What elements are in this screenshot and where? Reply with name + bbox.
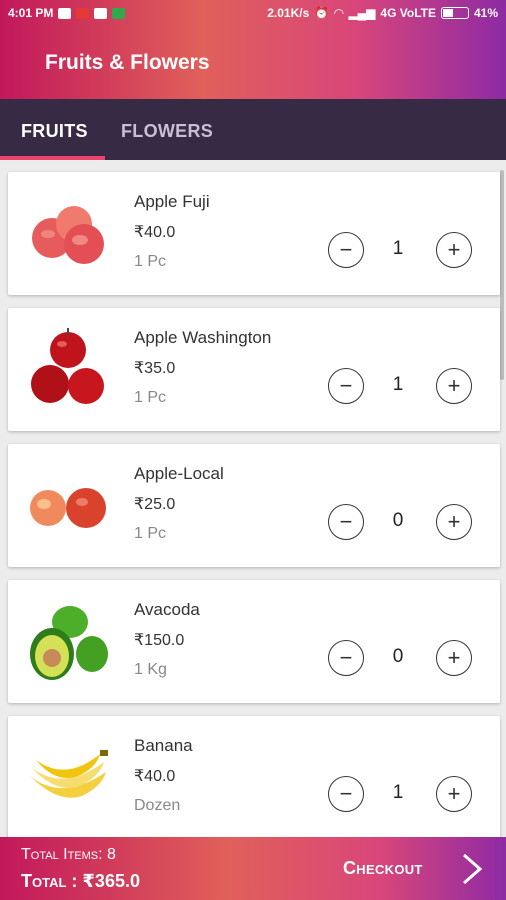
- status-bar: 4:01 PM 2.01K/s ⏰ ◠ ▂▄▆ 4G VoLTE 41%: [0, 0, 506, 26]
- product-list[interactable]: Apple Fuji ₹40.0 1 Pc − 1 + Apple Washin…: [0, 160, 506, 837]
- decrease-button[interactable]: −: [328, 640, 364, 676]
- minus-icon: −: [339, 509, 353, 534]
- banana-image: [30, 750, 108, 798]
- total-amount: Total : ₹365.0: [21, 871, 140, 891]
- product-card: Banana ₹40.0 Dozen − 1 +: [8, 716, 500, 837]
- status-left: 4:01 PM: [8, 6, 126, 20]
- top-bar: 4:01 PM 2.01K/s ⏰ ◠ ▂▄▆ 4G VoLTE 41% Fru…: [0, 0, 506, 99]
- apple-local-image: [30, 488, 106, 528]
- page-title: Fruits & Flowers: [45, 51, 210, 74]
- plus-icon: +: [447, 373, 461, 398]
- checkout-button[interactable]: Checkout: [343, 858, 423, 879]
- phone-icon: [58, 7, 72, 19]
- status-time: 4:01 PM: [8, 6, 54, 20]
- status-battery: 41%: [473, 6, 498, 20]
- product-name: Apple-Local: [134, 464, 224, 483]
- product-price: ₹25.0: [134, 496, 176, 513]
- product-price: ₹35.0: [134, 360, 176, 377]
- quantity-value: 0: [392, 510, 404, 531]
- product-card: Avacoda ₹150.0 1 Kg − 0 +: [8, 580, 500, 703]
- product-card: Apple Fuji ₹40.0 1 Pc − 1 +: [8, 172, 500, 295]
- product-unit: 1 Pc: [134, 525, 167, 542]
- total-items: Total Items: 8: [21, 846, 116, 863]
- minus-icon: −: [339, 373, 353, 398]
- gmail-icon: [76, 7, 90, 19]
- increase-button[interactable]: +: [436, 232, 472, 268]
- product-unit: 1 Pc: [134, 389, 167, 406]
- message-icon: [112, 7, 126, 19]
- tab-flowers[interactable]: FLOWERS: [121, 121, 213, 142]
- decrease-button[interactable]: −: [328, 776, 364, 812]
- increase-button[interactable]: +: [436, 504, 472, 540]
- product-name: Apple Washington: [134, 328, 272, 347]
- increase-button[interactable]: +: [436, 368, 472, 404]
- chevron-right-icon[interactable]: [456, 851, 486, 887]
- quantity-value: 1: [392, 374, 404, 395]
- status-speed: 2.01K/s: [267, 6, 310, 20]
- product-name: Banana: [134, 736, 193, 755]
- increase-button[interactable]: +: [436, 640, 472, 676]
- product-name: Avacoda: [134, 600, 200, 619]
- increase-button[interactable]: +: [436, 776, 472, 812]
- battery-icon: [440, 7, 469, 19]
- quantity-value: 1: [392, 782, 404, 803]
- product-price: ₹150.0: [134, 632, 185, 649]
- minus-icon: −: [339, 237, 353, 262]
- product-price: ₹40.0: [134, 224, 176, 241]
- plus-icon: +: [447, 645, 461, 670]
- plus-icon: +: [447, 781, 461, 806]
- tab-fruits[interactable]: FRUITS: [21, 121, 88, 142]
- product-unit: 1 Kg: [134, 661, 167, 678]
- checkout-bar: Total Items: 8 Total : ₹365.0 Checkout: [0, 837, 506, 900]
- avocado-image: [30, 606, 108, 680]
- product-unit: 1 Pc: [134, 253, 167, 270]
- product-unit: Dozen: [134, 797, 181, 814]
- plus-icon: +: [447, 237, 461, 262]
- quantity-value: 0: [392, 646, 404, 667]
- product-name: Apple Fuji: [134, 192, 210, 211]
- alarm-icon: ⏰: [314, 6, 330, 20]
- decrease-button[interactable]: −: [328, 504, 364, 540]
- plus-icon: +: [447, 509, 461, 534]
- apple-fuji-image: [32, 206, 104, 264]
- quantity-value: 1: [392, 238, 404, 259]
- tab-bar: FRUITS FLOWERS: [0, 99, 506, 160]
- product-price: ₹40.0: [134, 768, 176, 785]
- apple-washington-image: [31, 328, 104, 404]
- decrease-button[interactable]: −: [328, 368, 364, 404]
- product-card: Apple-Local ₹25.0 1 Pc − 0 +: [8, 444, 500, 567]
- minus-icon: −: [339, 781, 353, 806]
- signal-icon: ▂▄▆: [348, 6, 376, 20]
- chrome-icon: [94, 7, 108, 19]
- status-network: 4G VoLTE: [380, 6, 436, 20]
- scrollbar[interactable]: [500, 170, 504, 380]
- product-card: Apple Washington ₹35.0 1 Pc − 1 +: [8, 308, 500, 431]
- minus-icon: −: [339, 645, 353, 670]
- decrease-button[interactable]: −: [328, 232, 364, 268]
- wifi-icon: ◠: [334, 6, 344, 20]
- status-right: 2.01K/s ⏰ ◠ ▂▄▆ 4G VoLTE 41%: [267, 6, 498, 20]
